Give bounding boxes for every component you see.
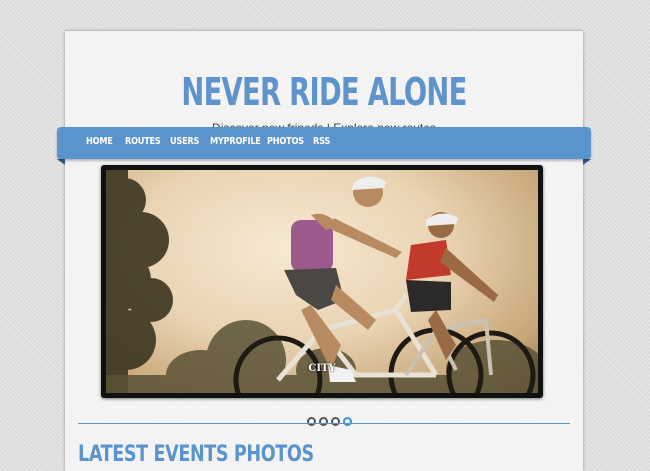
nav-item-myprofile[interactable]: MYPROFILE bbox=[210, 136, 261, 147]
slide-dot-2[interactable] bbox=[319, 417, 328, 426]
cyclists-photo bbox=[106, 170, 538, 393]
slide-caption: CITY bbox=[308, 363, 336, 374]
section-divider bbox=[78, 423, 570, 424]
nav-item-users[interactable]: USERS bbox=[170, 136, 199, 147]
main-navigation: HOME ROUTES USERS MYPROFILE PHOTOS RSS bbox=[57, 127, 591, 159]
nav-item-home[interactable]: HOME bbox=[86, 136, 113, 147]
image-slider[interactable]: CITY bbox=[101, 165, 543, 398]
nav-ribbon-fold-left bbox=[57, 159, 65, 165]
nav-item-routes[interactable]: ROUTES bbox=[125, 136, 161, 147]
section-title-latest-events-photos: LATEST EVENTS PHOTOS bbox=[78, 442, 314, 467]
slide-dot-4-active[interactable] bbox=[343, 417, 352, 426]
nav-ribbon-fold-right bbox=[583, 159, 591, 165]
nav-item-rss[interactable]: RSS bbox=[313, 136, 330, 147]
slide-dot-1[interactable] bbox=[307, 417, 316, 426]
slide-image-cyclists[interactable] bbox=[106, 170, 538, 393]
nav-item-photos[interactable]: PHOTOS bbox=[267, 136, 304, 147]
site-title[interactable]: NEVER RIDE ALONE bbox=[138, 69, 511, 115]
slide-dot-3[interactable] bbox=[331, 417, 340, 426]
